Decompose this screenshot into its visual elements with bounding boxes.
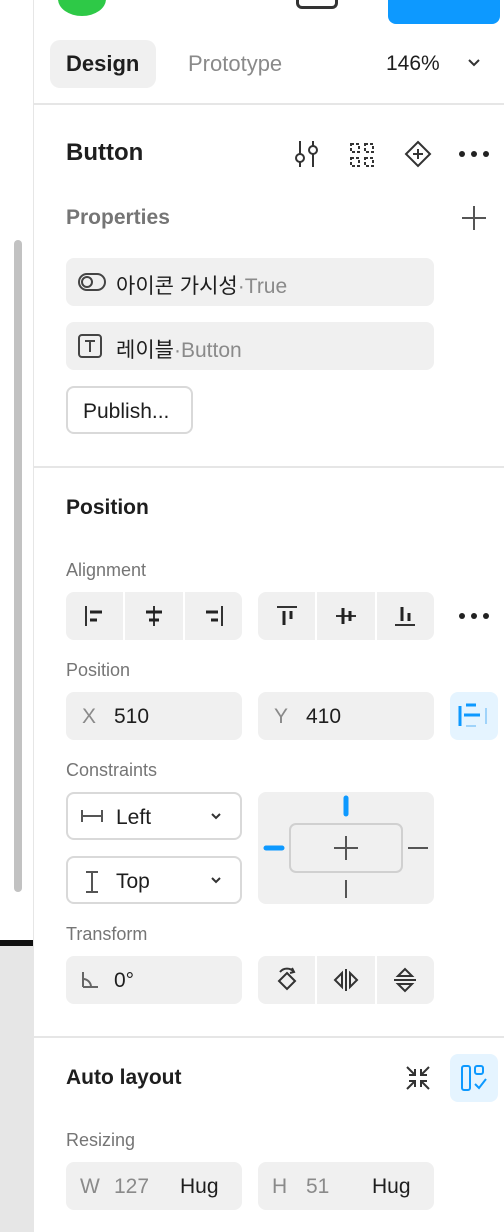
vertical-constraint-icon xyxy=(84,870,100,894)
adjust-icon[interactable] xyxy=(292,139,320,169)
zoom-level[interactable]: 146% xyxy=(386,52,440,76)
toggle-icon xyxy=(78,272,106,292)
absolute-position-button[interactable] xyxy=(450,692,498,740)
align-center-v-icon[interactable] xyxy=(317,592,377,640)
align-center-h-icon[interactable] xyxy=(125,592,185,640)
transform-group xyxy=(258,956,434,1004)
horizontal-alignment-group xyxy=(66,592,242,640)
vertical-constraint-select[interactable]: Top xyxy=(66,856,242,904)
collapse-icon[interactable] xyxy=(404,1064,432,1092)
horizontal-constraint-value: Left xyxy=(116,806,152,829)
auto-layout-button[interactable] xyxy=(450,1054,498,1102)
x-label: X xyxy=(82,705,97,728)
property-separator: · xyxy=(173,339,181,362)
vertical-constraint-value: Top xyxy=(116,870,150,893)
more-icon[interactable] xyxy=(456,146,492,162)
height-value: 51 xyxy=(306,1175,330,1198)
rotation-value: 0° xyxy=(114,969,135,992)
canvas-scrollbar[interactable] xyxy=(14,240,22,892)
flip-horizontal-icon[interactable] xyxy=(317,956,377,1004)
vertical-alignment-group xyxy=(258,592,434,640)
property-value: True xyxy=(244,275,288,298)
width-value: 127 xyxy=(114,1175,150,1198)
y-field[interactable]: Y 410 xyxy=(258,692,434,740)
flip-vertical-icon[interactable] xyxy=(377,956,434,1004)
align-top-icon[interactable] xyxy=(258,592,318,640)
absolute-position-icon xyxy=(458,702,490,730)
auto-layout-title: Auto layout xyxy=(66,1066,182,1089)
property-row[interactable]: 레이블·Button xyxy=(66,322,434,370)
horizontal-constraint-select[interactable]: Left xyxy=(66,792,242,840)
height-mode[interactable]: Hug xyxy=(372,1175,411,1199)
chevron-down-icon xyxy=(210,810,222,822)
rotation-field[interactable]: 0° xyxy=(66,956,242,1004)
align-right-icon[interactable] xyxy=(185,592,242,640)
property-value: Button xyxy=(180,339,242,362)
x-value: 510 xyxy=(114,705,150,728)
property-row[interactable]: 아이콘 가시성·True xyxy=(66,258,434,306)
auto-layout-icon xyxy=(460,1064,488,1092)
component-set-icon[interactable] xyxy=(348,141,376,169)
tab-prototype[interactable]: Prototype xyxy=(172,40,298,88)
rotate-icon[interactable] xyxy=(258,956,318,1004)
height-field[interactable]: H 51 Hug xyxy=(258,1162,434,1210)
horizontal-constraint-icon xyxy=(80,808,104,824)
position-title: Position xyxy=(66,496,149,519)
width-label: W xyxy=(80,1175,100,1198)
divider xyxy=(34,1036,504,1038)
chevron-down-icon[interactable] xyxy=(466,54,482,70)
canvas-background xyxy=(0,946,33,1232)
divider xyxy=(34,466,504,468)
x-field[interactable]: X 510 xyxy=(66,692,242,740)
component-instance-icon[interactable] xyxy=(403,139,433,169)
angle-icon xyxy=(80,970,100,990)
property-name: 레이블 xyxy=(116,339,174,362)
property-separator: · xyxy=(237,275,245,298)
publish-button[interactable]: Publish... xyxy=(66,386,193,434)
height-label: H xyxy=(272,1175,288,1198)
align-left-icon[interactable] xyxy=(66,592,126,640)
avatar[interactable] xyxy=(58,0,106,16)
properties-label: Properties xyxy=(66,206,170,229)
share-button[interactable] xyxy=(388,0,500,24)
text-icon xyxy=(78,334,102,358)
present-icon[interactable] xyxy=(296,0,338,9)
divider xyxy=(34,103,504,105)
transform-label: Transform xyxy=(66,924,148,944)
tab-design[interactable]: Design xyxy=(50,40,156,88)
add-property-icon[interactable] xyxy=(460,204,488,232)
y-value: 410 xyxy=(306,705,342,728)
constraints-label: Constraints xyxy=(66,760,158,780)
y-label: Y xyxy=(274,705,289,728)
width-field[interactable]: W 127 Hug xyxy=(66,1162,242,1210)
align-bottom-icon[interactable] xyxy=(377,592,434,640)
component-title: Button xyxy=(66,139,144,166)
resizing-label: Resizing xyxy=(66,1130,136,1150)
more-icon[interactable] xyxy=(456,608,492,624)
chevron-down-icon xyxy=(210,874,222,886)
alignment-label: Alignment xyxy=(66,560,147,580)
width-mode[interactable]: Hug xyxy=(180,1175,219,1199)
publish-label: Publish... xyxy=(83,400,170,423)
constraints-widget[interactable] xyxy=(258,792,434,904)
property-name: 아이콘 가시성 xyxy=(116,275,238,298)
position-label: Position xyxy=(66,660,131,680)
panel-border xyxy=(33,0,34,1232)
